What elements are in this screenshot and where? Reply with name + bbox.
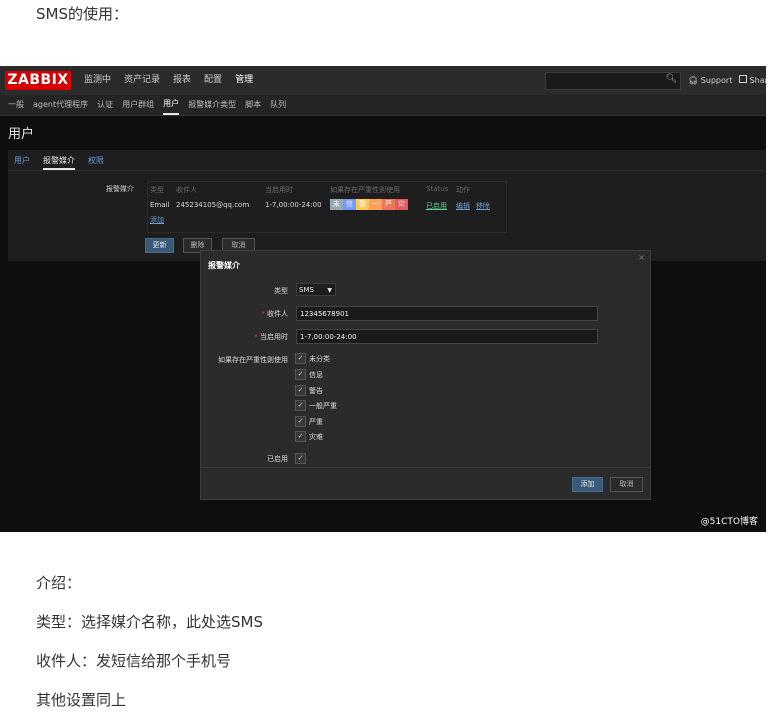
type-select-value: SMS [299, 286, 314, 294]
page-title: 用户 [8, 127, 35, 142]
article-paragraph: 介绍： [36, 574, 82, 592]
media-type-cell: Email [150, 201, 170, 209]
subnav-general[interactable]: 一般 [8, 95, 24, 115]
sub-navbar: 一般 agent代理程序 认证 用户群组 用户 报警媒介类型 脚本 队列 [0, 95, 766, 116]
checkbox-checked-icon[interactable]: ✓ [295, 416, 306, 427]
severity-strip: 未 信 警 一 严 灾 [330, 199, 408, 210]
support-link[interactable]: 🎧︎ Support [688, 66, 732, 95]
severity-average[interactable]: ✓ 一般严重 [295, 400, 337, 411]
media-label: 报警媒介 [106, 185, 134, 193]
severity-badge: 严 [382, 199, 395, 210]
watermark: @51CTO博客 [700, 517, 758, 527]
tab-media[interactable]: 报警媒介 [43, 154, 75, 170]
tab-permissions[interactable]: 权限 [88, 154, 104, 170]
severity-information[interactable]: ✓ 信息 [295, 369, 323, 380]
enabled-checkbox[interactable]: ✓ [295, 453, 306, 464]
add-media-link[interactable]: 添加 [150, 215, 164, 225]
col-action: 动作 [456, 186, 470, 194]
top-navbar: ZABBIX 监测中 资产记录 报表 配置 管理 🔍︎ 🎧︎ Support S… [0, 66, 766, 95]
menu-administration[interactable]: 管理 [235, 66, 253, 95]
search-input[interactable]: 🔍︎ [545, 72, 681, 90]
checkbox-checked-icon[interactable]: ✓ [295, 369, 306, 380]
when-active-input[interactable]: 1-7,00:00-24:00 [296, 329, 598, 344]
type-select[interactable]: SMS ▼ [296, 283, 336, 296]
remove-link[interactable]: 移除 [476, 201, 490, 211]
severity-badge: 灾 [395, 199, 408, 210]
search-icon[interactable]: 🔍︎ [666, 74, 677, 84]
share-icon [739, 75, 747, 83]
col-recipient: 收件人 [176, 186, 197, 194]
severity-badge: 一 [369, 199, 382, 210]
severity-high[interactable]: ✓ 严重 [295, 416, 323, 427]
dropdown-arrow-icon: ▼ [327, 287, 332, 294]
subnav-media-types[interactable]: 报警媒介类型 [188, 95, 236, 115]
user-form-panel: 用户 报警媒介 权限 报警媒介 类型 收件人 当启用时 如果存在严重性则使用 S… [8, 150, 766, 261]
severity-warning[interactable]: ✓ 警告 [295, 385, 323, 396]
headset-icon: 🎧︎ [688, 76, 699, 85]
dialog-title: 报警媒介 [208, 261, 240, 270]
menu-inventory[interactable]: 资产记录 [124, 66, 160, 95]
media-when-cell: 1-7,00:00-24:00 [265, 201, 322, 209]
tabs-divider [8, 170, 766, 171]
recipient-input[interactable]: 12345678901 [296, 306, 598, 321]
zabbix-logo[interactable]: ZABBIX [5, 71, 71, 90]
severity-badge: 警 [356, 199, 369, 210]
tab-bar: 用户 报警媒介 权限 [14, 154, 104, 170]
checkbox-checked-icon[interactable]: ✓ [295, 453, 306, 464]
recipient-label: * 收件人 [261, 310, 288, 318]
menu-monitoring[interactable]: 监测中 [84, 66, 111, 95]
col-type: 类型 [150, 186, 164, 194]
share-link[interactable]: Share [739, 66, 766, 95]
subnav-authentication[interactable]: 认证 [97, 95, 113, 115]
subnav-users[interactable]: 用户 [163, 95, 180, 115]
media-table: 类型 收件人 当启用时 如果存在严重性则使用 Status 动作 Email 2… [147, 181, 507, 233]
dialog-cancel-button[interactable]: 取消 [610, 477, 643, 492]
enabled-label: 已启用 [267, 455, 288, 463]
close-icon[interactable]: × [638, 253, 645, 262]
col-severity: 如果存在严重性则使用 [330, 186, 400, 194]
col-status: Status [426, 185, 449, 193]
type-label: 类型 [274, 287, 288, 295]
update-button[interactable]: 更新 [145, 238, 174, 253]
menu-reports[interactable]: 报表 [173, 66, 191, 95]
zabbix-screenshot: ZABBIX 监测中 资产记录 报表 配置 管理 🔍︎ 🎧︎ Support S… [0, 66, 766, 532]
status-enabled-link[interactable]: 已启用 [426, 201, 447, 211]
tab-user[interactable]: 用户 [14, 154, 30, 170]
subnav-scripts[interactable]: 脚本 [245, 95, 261, 115]
severity-not-classified[interactable]: ✓ 未分类 [295, 353, 330, 364]
media-dialog: 报警媒介 × 类型 SMS ▼ * 收件人 12345678901 * 当启用时… [200, 250, 651, 500]
severity-label: 如果存在严重性则使用 [218, 356, 288, 364]
dialog-add-button[interactable]: 添加 [572, 477, 603, 492]
subnav-proxies[interactable]: agent代理程序 [33, 95, 88, 115]
checkbox-checked-icon[interactable]: ✓ [295, 385, 306, 396]
checkbox-checked-icon[interactable]: ✓ [295, 400, 306, 411]
severity-badge: 信 [343, 199, 356, 210]
col-when-active: 当启用时 [265, 186, 293, 194]
dialog-footer-divider [201, 467, 650, 468]
article-paragraph: 收件人：发短信给那个手机号 [36, 652, 232, 670]
severity-badge: 未 [330, 199, 343, 210]
checkbox-checked-icon[interactable]: ✓ [295, 431, 306, 442]
article-paragraph: 类型：选择媒介名称，此处选SMS [36, 613, 263, 631]
severity-disaster[interactable]: ✓ 灾难 [295, 431, 323, 442]
checkbox-checked-icon[interactable]: ✓ [295, 353, 306, 364]
when-active-label: * 当启用时 [254, 333, 288, 341]
subnav-user-groups[interactable]: 用户群组 [122, 95, 154, 115]
media-recipient-cell: 245234105@qq.com [176, 201, 250, 209]
main-menu: 监测中 资产记录 报表 配置 管理 [84, 66, 253, 95]
menu-configuration[interactable]: 配置 [204, 66, 222, 95]
edit-link[interactable]: 编辑 [456, 201, 470, 211]
article-intro: SMS的使用： [36, 5, 128, 23]
subnav-queue[interactable]: 队列 [270, 95, 286, 115]
article-paragraph: 其他设置同上 [36, 691, 127, 709]
